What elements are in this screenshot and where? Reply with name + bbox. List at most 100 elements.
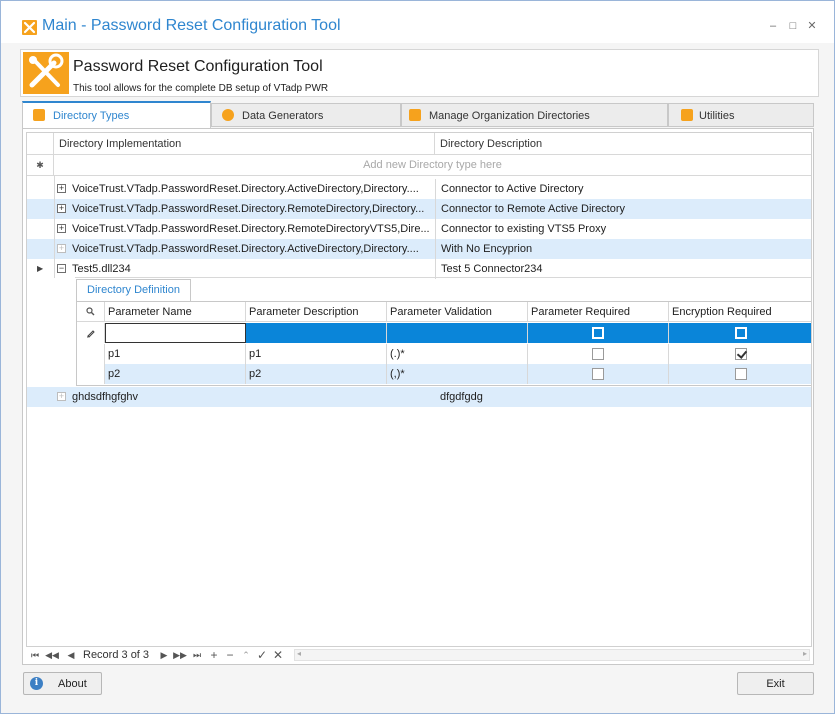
tab-label: Directory Types <box>53 110 130 122</box>
parameter-description-cell[interactable] <box>246 323 387 343</box>
new-row-prompt[interactable]: Add new Directory type here <box>54 155 811 175</box>
directory-types-icon <box>33 109 45 121</box>
title-bar: Main - Password Reset Configuration Tool… <box>1 1 834 43</box>
expand-icon[interactable]: + <box>57 244 66 253</box>
description-cell[interactable]: Test 5 Connector234 <box>435 259 811 279</box>
parameter-validation-cell[interactable] <box>387 323 528 343</box>
column-header-implementation[interactable]: Directory Implementation <box>54 133 435 155</box>
search-icon[interactable] <box>77 302 105 322</box>
about-button[interactable]: i About <box>23 672 102 695</box>
table-row[interactable]: + VoiceTrust.VTadp.PasswordReset.Directo… <box>27 179 811 199</box>
header-title: Password Reset Configuration Tool <box>73 58 323 75</box>
close-button[interactable]: ✕ <box>804 18 820 34</box>
data-generators-icon <box>222 109 234 121</box>
info-icon: i <box>30 677 43 690</box>
tools-logo-icon <box>23 52 69 94</box>
parameter-name-input[interactable] <box>105 323 246 343</box>
minimize-button[interactable]: – <box>765 18 781 34</box>
table-row[interactable]: + ghdsdfhgfghv dfgdfgdg <box>27 387 811 407</box>
edit-pencil-icon <box>77 323 105 343</box>
tab-manage-organization-directories[interactable]: Manage Organization Directories <box>401 103 668 127</box>
parameter-required-cell <box>528 344 669 364</box>
table-row[interactable]: p2 p2 (,)* <box>77 364 811 384</box>
previous-record-icon[interactable]: ◀ <box>64 648 78 662</box>
description-cell[interactable]: With No Encyprion <box>435 239 811 259</box>
encryption-required-checkbox[interactable] <box>735 348 747 360</box>
parameter-required-checkbox[interactable] <box>592 348 604 360</box>
previous-page-icon[interactable]: ◀◀ <box>45 648 59 662</box>
parameter-required-checkbox[interactable] <box>592 327 604 339</box>
new-row[interactable]: ✱ Add new Directory type here <box>27 155 811 176</box>
column-header-encryption-required[interactable]: Encryption Required <box>669 302 811 322</box>
collapse-icon[interactable]: − <box>57 264 66 273</box>
main-tabs: Directory Types Data Generators Manage O… <box>22 101 814 129</box>
parameter-name-cell[interactable]: p1 <box>105 344 246 364</box>
column-header-parameter-validation[interactable]: Parameter Validation <box>387 302 528 322</box>
expand-icon[interactable]: + <box>57 392 66 401</box>
grid-header: Directory Implementation Directory Descr… <box>27 133 811 155</box>
table-row[interactable]: p1 p1 (.)* <box>77 344 811 364</box>
scroll-right-icon[interactable]: ▸ <box>803 649 807 658</box>
cancel-edit-icon[interactable]: ✕ <box>271 648 285 662</box>
description-cell[interactable]: Connector to existing VTS5 Proxy <box>435 219 811 239</box>
about-button-label: About <box>58 678 87 690</box>
table-row[interactable]: + VoiceTrust.VTadp.PasswordReset.Directo… <box>27 199 811 219</box>
new-row-asterisk-icon: ✱ <box>27 155 54 175</box>
directory-types-panel: Directory Implementation Directory Descr… <box>22 128 814 665</box>
column-header-parameter-name[interactable]: Parameter Name <box>105 302 246 322</box>
next-record-icon[interactable]: ▶ <box>157 648 171 662</box>
table-row[interactable]: + VoiceTrust.VTadp.PasswordReset.Directo… <box>27 219 811 239</box>
column-header-parameter-required[interactable]: Parameter Required <box>528 302 669 322</box>
parameter-required-cell <box>528 323 669 343</box>
implementation-cell[interactable]: VoiceTrust.VTadp.PasswordReset.Directory… <box>67 219 435 239</box>
expand-icon[interactable]: + <box>57 184 66 193</box>
parameter-required-checkbox[interactable] <box>592 368 604 380</box>
edit-record-icon[interactable]: ⌃ <box>239 648 253 662</box>
tab-data-generators[interactable]: Data Generators <box>211 103 401 127</box>
implementation-cell[interactable]: VoiceTrust.VTadp.PasswordReset.Directory… <box>67 179 435 199</box>
expand-icon[interactable]: + <box>57 204 66 213</box>
parameter-validation-cell[interactable]: (,)* <box>387 364 528 384</box>
implementation-cell[interactable]: VoiceTrust.VTadp.PasswordReset.Directory… <box>67 199 435 219</box>
description-cell[interactable]: dfgdfgdg <box>435 387 811 407</box>
horizontal-scrollbar[interactable]: ◂ ▸ <box>294 649 810 661</box>
parameter-name-cell[interactable]: p2 <box>105 364 246 384</box>
utilities-icon <box>681 109 693 121</box>
tab-label: Utilities <box>699 110 735 122</box>
column-header-description[interactable]: Directory Description <box>435 133 811 155</box>
first-record-icon[interactable]: ⏮ <box>28 648 42 662</box>
new-parameter-row[interactable] <box>77 323 811 343</box>
encryption-required-checkbox[interactable] <box>735 368 747 380</box>
save-record-icon[interactable]: ✓ <box>255 648 269 662</box>
tab-directory-types[interactable]: Directory Types <box>22 101 211 129</box>
parameter-description-cell[interactable]: p1 <box>246 344 387 364</box>
description-cell[interactable]: Connector to Remote Active Directory <box>435 199 811 219</box>
tab-utilities[interactable]: Utilities <box>668 103 814 127</box>
header-subtitle: This tool allows for the complete DB set… <box>73 83 329 94</box>
last-record-icon[interactable]: ⏭ <box>190 648 204 662</box>
header-indicator <box>27 133 54 155</box>
implementation-cell[interactable]: Test5.dll234 <box>67 259 435 279</box>
implementation-cell[interactable]: VoiceTrust.VTadp.PasswordReset.Directory… <box>67 239 435 259</box>
next-page-icon[interactable]: ▶▶ <box>173 648 187 662</box>
table-row[interactable]: + VoiceTrust.VTadp.PasswordReset.Directo… <box>27 239 811 259</box>
column-header-parameter-description[interactable]: Parameter Description <box>246 302 387 322</box>
encryption-required-cell <box>669 364 811 384</box>
delete-record-icon[interactable]: − <box>223 648 237 662</box>
parameter-description-cell[interactable]: p2 <box>246 364 387 384</box>
scroll-left-icon[interactable]: ◂ <box>297 649 301 658</box>
description-cell[interactable]: Connector to Active Directory <box>435 179 811 199</box>
encryption-required-checkbox[interactable] <box>735 327 747 339</box>
tab-label: Manage Organization Directories <box>429 110 590 122</box>
parameter-validation-cell[interactable]: (.)* <box>387 344 528 364</box>
table-row[interactable]: ▶ − Test5.dll234 Test 5 Connector234 <box>27 259 811 279</box>
record-position: Record 3 of 3 <box>83 649 150 661</box>
expand-icon[interactable]: + <box>57 224 66 233</box>
maximize-button[interactable]: □ <box>785 18 801 34</box>
app-header: Password Reset Configuration Tool This t… <box>20 49 819 97</box>
directory-definition-detail: Directory Definition Parameter Name Para… <box>75 277 811 389</box>
exit-button[interactable]: Exit <box>737 672 814 695</box>
implementation-cell[interactable]: ghdsdfhgfghv <box>67 387 435 407</box>
tab-directory-definition[interactable]: Directory Definition <box>76 279 191 301</box>
add-record-icon[interactable]: + <box>207 648 221 662</box>
